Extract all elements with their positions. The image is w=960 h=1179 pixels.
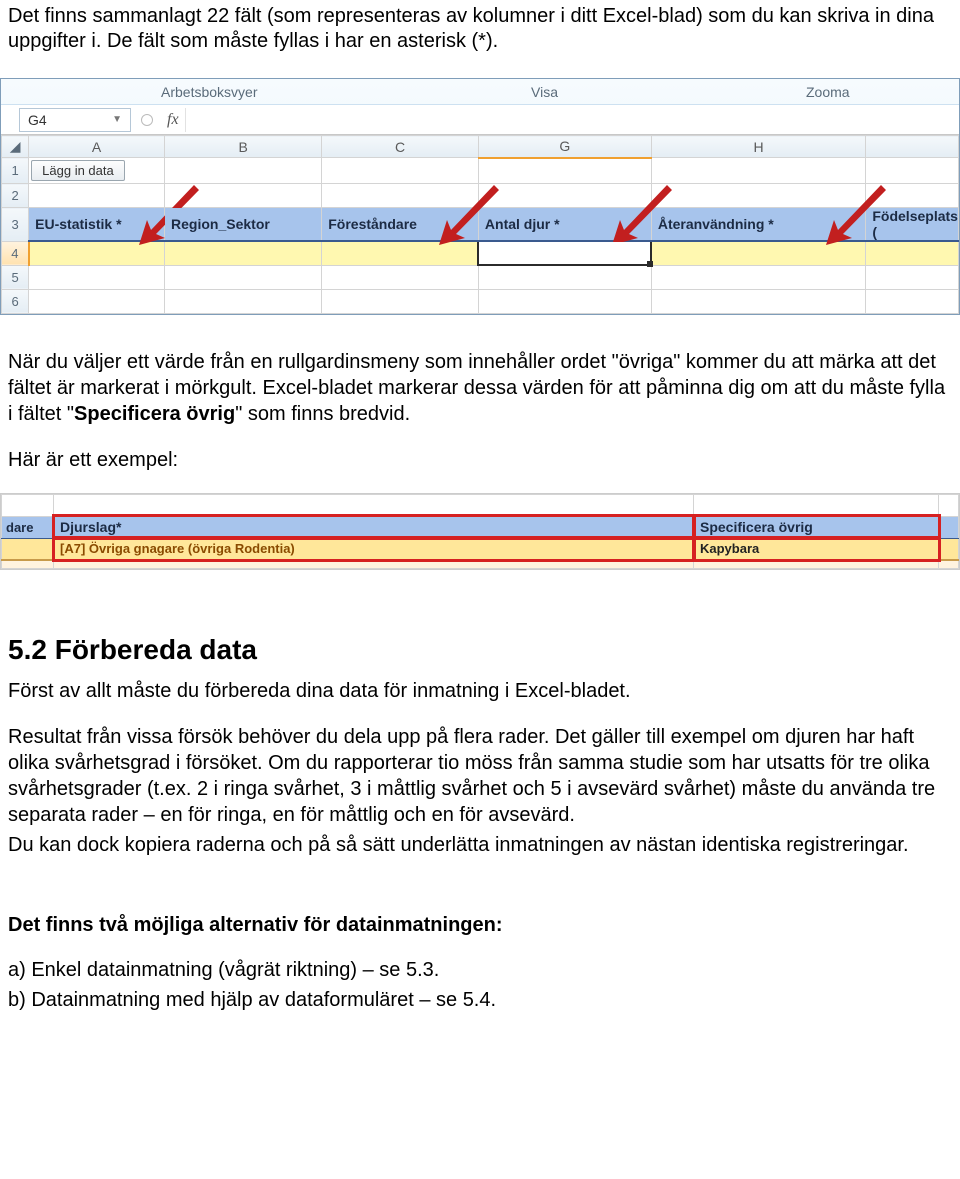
selected-cell-g4[interactable] xyxy=(478,241,651,265)
column-headers-row: ◢ A B C G H xyxy=(2,136,959,158)
col-header-c[interactable]: C xyxy=(322,136,479,158)
fill-handle-icon[interactable] xyxy=(647,261,653,267)
example-header-row: dare Djurslag* Specificera övrig xyxy=(2,516,959,538)
row-header-1[interactable]: 1 xyxy=(2,158,29,184)
example-value-row: [A7] Övriga gnagare (övriga Rodentia) Ka… xyxy=(2,538,959,560)
ribbon-group-workbook-views: Arbetsboksvyer xyxy=(161,84,257,100)
fx-icon[interactable]: fx xyxy=(167,111,179,129)
spreadsheet-grid: ◢ A B C G H 1 Lägg in data 2 3 EU-st xyxy=(1,135,959,314)
field-eu-statistik[interactable]: EU-statistik * xyxy=(29,208,165,242)
row-6: 6 xyxy=(2,289,959,313)
intro-text: Det finns sammanlagt 22 fält (som repres… xyxy=(8,4,952,54)
mid-paragraph-2: Här är ett exempel: xyxy=(0,447,960,473)
field-djurslag[interactable]: Djurslag* xyxy=(54,516,694,538)
value-specificera-ovrig[interactable]: Kapybara xyxy=(694,538,939,560)
row-header-6[interactable]: 6 xyxy=(2,289,29,313)
insert-data-button[interactable]: Lägg in data xyxy=(31,160,125,181)
option-list: a) Enkel datainmatning (vågrät riktning)… xyxy=(0,955,960,1015)
field-dare-partial: dare xyxy=(2,516,54,538)
section-heading: 5.2 Förbereda data xyxy=(8,634,960,666)
section-paragraph-2: Resultat från vissa försök behöver du de… xyxy=(0,724,960,828)
ribbon-group-show: Visa xyxy=(531,84,558,100)
section-title: Förbereda data xyxy=(55,634,257,665)
circle-icon xyxy=(141,114,153,126)
row-header-4[interactable]: 4 xyxy=(2,241,29,265)
name-box[interactable]: G4 ▼ xyxy=(19,108,131,132)
formula-bar[interactable] xyxy=(185,108,959,132)
value-djurslag[interactable]: [A7] Övriga gnagare (övriga Rodentia) xyxy=(54,538,694,560)
excel-screenshot-1: Arbetsboksvyer Visa Zooma G4 ▼ fx ◢ A B … xyxy=(0,78,960,315)
red-arrow-icon xyxy=(612,180,682,250)
select-all-corner[interactable]: ◢ xyxy=(2,136,29,158)
intro-paragraph: Det finns sammanlagt 22 fält (som repres… xyxy=(0,0,960,70)
section-number: 5.2 xyxy=(8,634,47,665)
col-header-h[interactable]: H xyxy=(651,136,866,158)
col-header-partial[interactable] xyxy=(866,136,959,158)
option-a: a) Enkel datainmatning (vågrät riktning)… xyxy=(8,955,952,985)
section-subheading: Det finns två möjliga alternativ för dat… xyxy=(0,914,960,937)
field-region-sektor[interactable]: Region_Sektor xyxy=(165,208,322,242)
col-header-b[interactable]: B xyxy=(165,136,322,158)
formula-bar-row: G4 ▼ fx xyxy=(1,105,959,135)
row-header-3[interactable]: 3 xyxy=(2,208,29,242)
field-fodelseplats[interactable]: Födelseplats ( xyxy=(866,208,959,242)
row-3-headers: 3 EU-statistik * Region_Sektor Förestånd… xyxy=(2,208,959,242)
field-specificera-ovrig[interactable]: Specificera övrig xyxy=(694,516,939,538)
ribbon-group-zoom: Zooma xyxy=(806,84,850,100)
row-header-5[interactable]: 5 xyxy=(2,265,29,289)
name-box-value: G4 xyxy=(28,112,47,128)
col-header-g[interactable]: G xyxy=(478,136,651,158)
row-5: 5 xyxy=(2,265,959,289)
chevron-down-icon: ▼ xyxy=(112,114,122,125)
excel-screenshot-2: dare Djurslag* Specificera övrig [A7] Öv… xyxy=(0,493,960,570)
col-header-a[interactable]: A xyxy=(29,136,165,158)
mid-paragraph-1: När du väljer ett värde från en rullgard… xyxy=(0,349,960,427)
option-b: b) Datainmatning med hjälp av dataformul… xyxy=(8,985,952,1015)
red-arrow-icon xyxy=(826,180,896,250)
red-arrow-icon xyxy=(439,180,509,250)
section-paragraph-1: Först av allt måste du förbereda dina da… xyxy=(0,678,960,704)
row-header-2[interactable]: 2 xyxy=(2,184,29,208)
section-paragraph-3: Du kan dock kopiera raderna och på så sä… xyxy=(0,832,960,858)
ribbon: Arbetsboksvyer Visa Zooma xyxy=(1,79,959,105)
formula-icons: fx xyxy=(141,111,179,129)
